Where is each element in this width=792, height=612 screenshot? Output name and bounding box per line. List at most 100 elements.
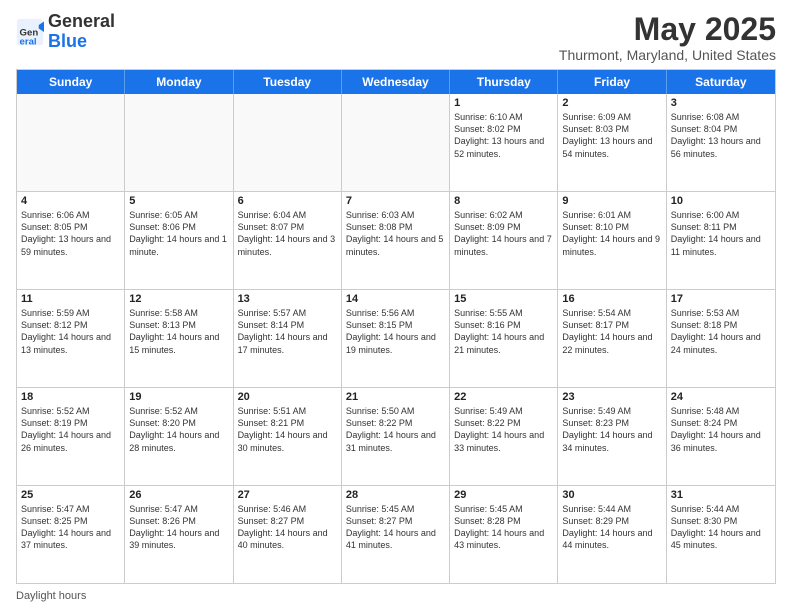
day-number: 10 xyxy=(671,195,771,207)
calendar-cell xyxy=(342,94,450,191)
calendar-cell xyxy=(234,94,342,191)
day-content: Sunrise: 5:54 AM Sunset: 8:17 PM Dayligh… xyxy=(562,307,661,356)
day-number: 2 xyxy=(562,97,661,109)
calendar-cell: 30 Sunrise: 5:44 AM Sunset: 8:29 PM Dayli… xyxy=(558,486,666,583)
calendar-day-header: Sunday xyxy=(17,70,125,94)
day-content: Sunrise: 5:48 AM Sunset: 8:24 PM Dayligh… xyxy=(671,405,771,454)
calendar-cell: 29Sunrise: 5:45 AM Sunset: 8:28 PM Dayli… xyxy=(450,486,558,583)
day-content: Sunrise: 5:59 AM Sunset: 8:12 PM Dayligh… xyxy=(21,307,120,356)
header: Gen eral General Blue May 2025 Thurmont,… xyxy=(16,12,776,63)
day-number: 27 xyxy=(238,489,337,501)
calendar-cell: 6 Sunrise: 6:04 AM Sunset: 8:07 PM Daylig… xyxy=(234,192,342,289)
calendar-day-header: Tuesday xyxy=(234,70,342,94)
day-content: Sunrise: 6:09 AM Sunset: 8:03 PM Dayligh… xyxy=(562,111,661,160)
page: Gen eral General Blue May 2025 Thurmont,… xyxy=(0,0,792,612)
calendar-cell: 17 Sunrise: 5:53 AM Sunset: 8:18 PM Dayli… xyxy=(667,290,775,387)
day-content: Sunrise: 5:58 AM Sunset: 8:13 PM Dayligh… xyxy=(129,307,228,356)
day-number: 25 xyxy=(21,489,120,501)
calendar-cell: 3Sunrise: 6:08 AM Sunset: 8:04 PM Daylig… xyxy=(667,94,775,191)
day-number: 8 xyxy=(454,195,553,207)
footer: Daylight hours xyxy=(16,590,776,602)
calendar-body: 1Sunrise: 6:10 AM Sunset: 8:02 PM Daylig… xyxy=(17,94,775,583)
day-number: 30 xyxy=(562,489,661,501)
day-number: 24 xyxy=(671,391,771,403)
calendar-cell: 23 Sunrise: 5:49 AM Sunset: 8:23 PM Dayli… xyxy=(558,388,666,485)
day-content: Sunrise: 5:51 AM Sunset: 8:21 PM Dayligh… xyxy=(238,405,337,454)
day-content: Sunrise: 5:56 AM Sunset: 8:15 PM Dayligh… xyxy=(346,307,445,356)
day-content: Sunrise: 6:01 AM Sunset: 8:10 PM Dayligh… xyxy=(562,209,661,258)
calendar-day-header: Saturday xyxy=(667,70,775,94)
calendar-cell: 15 Sunrise: 5:55 AM Sunset: 8:16 PM Dayli… xyxy=(450,290,558,387)
day-content: Sunrise: 5:44 AM Sunset: 8:30 PM Dayligh… xyxy=(671,503,771,552)
calendar-day-header: Thursday xyxy=(450,70,558,94)
calendar-cell: 20 Sunrise: 5:51 AM Sunset: 8:21 PM Dayli… xyxy=(234,388,342,485)
day-content: Sunrise: 6:10 AM Sunset: 8:02 PM Dayligh… xyxy=(454,111,553,160)
calendar-cell: 24 Sunrise: 5:48 AM Sunset: 8:24 PM Dayli… xyxy=(667,388,775,485)
calendar-cell: 8Sunrise: 6:02 AM Sunset: 8:09 PM Daylig… xyxy=(450,192,558,289)
day-number: 21 xyxy=(346,391,445,403)
day-content: Sunrise: 5:53 AM Sunset: 8:18 PM Dayligh… xyxy=(671,307,771,356)
calendar-week-row: 18 Sunrise: 5:52 AM Sunset: 8:19 PM Dayli… xyxy=(17,388,775,486)
calendar-cell: 28 Sunrise: 5:45 AM Sunset: 8:27 PM Dayli… xyxy=(342,486,450,583)
calendar-cell: 13Sunrise: 5:57 AM Sunset: 8:14 PM Dayli… xyxy=(234,290,342,387)
calendar-cell: 26Sunrise: 5:47 AM Sunset: 8:26 PM Dayli… xyxy=(125,486,233,583)
calendar-week-row: 1Sunrise: 6:10 AM Sunset: 8:02 PM Daylig… xyxy=(17,94,775,192)
day-number: 12 xyxy=(129,293,228,305)
main-title: May 2025 xyxy=(559,12,776,47)
logo-general-text: General xyxy=(48,11,115,31)
calendar-week-row: 4 Sunrise: 6:06 AM Sunset: 8:05 PM Daylig… xyxy=(17,192,775,290)
calendar-cell: 9 Sunrise: 6:01 AM Sunset: 8:10 PM Daylig… xyxy=(558,192,666,289)
calendar-day-header: Friday xyxy=(558,70,666,94)
day-content: Sunrise: 5:47 AM Sunset: 8:26 PM Dayligh… xyxy=(129,503,228,552)
day-number: 17 xyxy=(671,293,771,305)
calendar-cell: 10Sunrise: 6:00 AM Sunset: 8:11 PM Dayli… xyxy=(667,192,775,289)
day-number: 31 xyxy=(671,489,771,501)
day-content: Sunrise: 5:55 AM Sunset: 8:16 PM Dayligh… xyxy=(454,307,553,356)
day-number: 22 xyxy=(454,391,553,403)
logo-blue-text: Blue xyxy=(48,31,87,51)
day-number: 19 xyxy=(129,391,228,403)
day-content: Sunrise: 5:52 AM Sunset: 8:20 PM Dayligh… xyxy=(129,405,228,454)
day-content: Sunrise: 5:52 AM Sunset: 8:19 PM Dayligh… xyxy=(21,405,120,454)
day-number: 16 xyxy=(562,293,661,305)
calendar-cell: 5 Sunrise: 6:05 AM Sunset: 8:06 PM Daylig… xyxy=(125,192,233,289)
calendar-cell: 2 Sunrise: 6:09 AM Sunset: 8:03 PM Daylig… xyxy=(558,94,666,191)
calendar-day-header: Wednesday xyxy=(342,70,450,94)
day-number: 14 xyxy=(346,293,445,305)
day-content: Sunrise: 5:44 AM Sunset: 8:29 PM Dayligh… xyxy=(562,503,661,552)
day-number: 18 xyxy=(21,391,120,403)
day-number: 15 xyxy=(454,293,553,305)
calendar-cell: 14 Sunrise: 5:56 AM Sunset: 8:15 PM Dayli… xyxy=(342,290,450,387)
day-number: 4 xyxy=(21,195,120,207)
day-content: Sunrise: 5:49 AM Sunset: 8:22 PM Dayligh… xyxy=(454,405,553,454)
calendar-cell: 7Sunrise: 6:03 AM Sunset: 8:08 PM Daylig… xyxy=(342,192,450,289)
calendar-cell xyxy=(125,94,233,191)
calendar-cell: 22 Sunrise: 5:49 AM Sunset: 8:22 PM Dayli… xyxy=(450,388,558,485)
day-content: Sunrise: 5:49 AM Sunset: 8:23 PM Dayligh… xyxy=(562,405,661,454)
day-content: Sunrise: 6:05 AM Sunset: 8:06 PM Dayligh… xyxy=(129,209,228,258)
calendar-cell: 16 Sunrise: 5:54 AM Sunset: 8:17 PM Dayli… xyxy=(558,290,666,387)
day-number: 9 xyxy=(562,195,661,207)
calendar: SundayMondayTuesdayWednesdayThursdayFrid… xyxy=(16,69,776,584)
day-number: 3 xyxy=(671,97,771,109)
day-number: 23 xyxy=(562,391,661,403)
calendar-cell: 31 Sunrise: 5:44 AM Sunset: 8:30 PM Dayli… xyxy=(667,486,775,583)
day-number: 7 xyxy=(346,195,445,207)
day-number: 20 xyxy=(238,391,337,403)
day-content: Sunrise: 6:04 AM Sunset: 8:07 PM Dayligh… xyxy=(238,209,337,258)
day-number: 28 xyxy=(346,489,445,501)
day-number: 5 xyxy=(129,195,228,207)
logo-text: General Blue xyxy=(48,12,115,52)
calendar-cell: 19 Sunrise: 5:52 AM Sunset: 8:20 PM Dayli… xyxy=(125,388,233,485)
calendar-week-row: 25Sunrise: 5:47 AM Sunset: 8:25 PM Dayli… xyxy=(17,486,775,583)
calendar-header: SundayMondayTuesdayWednesdayThursdayFrid… xyxy=(17,70,775,94)
day-number: 6 xyxy=(238,195,337,207)
day-content: Sunrise: 5:45 AM Sunset: 8:28 PM Dayligh… xyxy=(454,503,553,552)
calendar-cell: 27Sunrise: 5:46 AM Sunset: 8:27 PM Dayli… xyxy=(234,486,342,583)
logo-icon: Gen eral xyxy=(16,18,44,46)
subtitle: Thurmont, Maryland, United States xyxy=(559,47,776,63)
day-content: Sunrise: 6:06 AM Sunset: 8:05 PM Dayligh… xyxy=(21,209,120,258)
calendar-cell xyxy=(17,94,125,191)
day-content: Sunrise: 5:45 AM Sunset: 8:27 PM Dayligh… xyxy=(346,503,445,552)
calendar-cell: 12 Sunrise: 5:58 AM Sunset: 8:13 PM Dayli… xyxy=(125,290,233,387)
